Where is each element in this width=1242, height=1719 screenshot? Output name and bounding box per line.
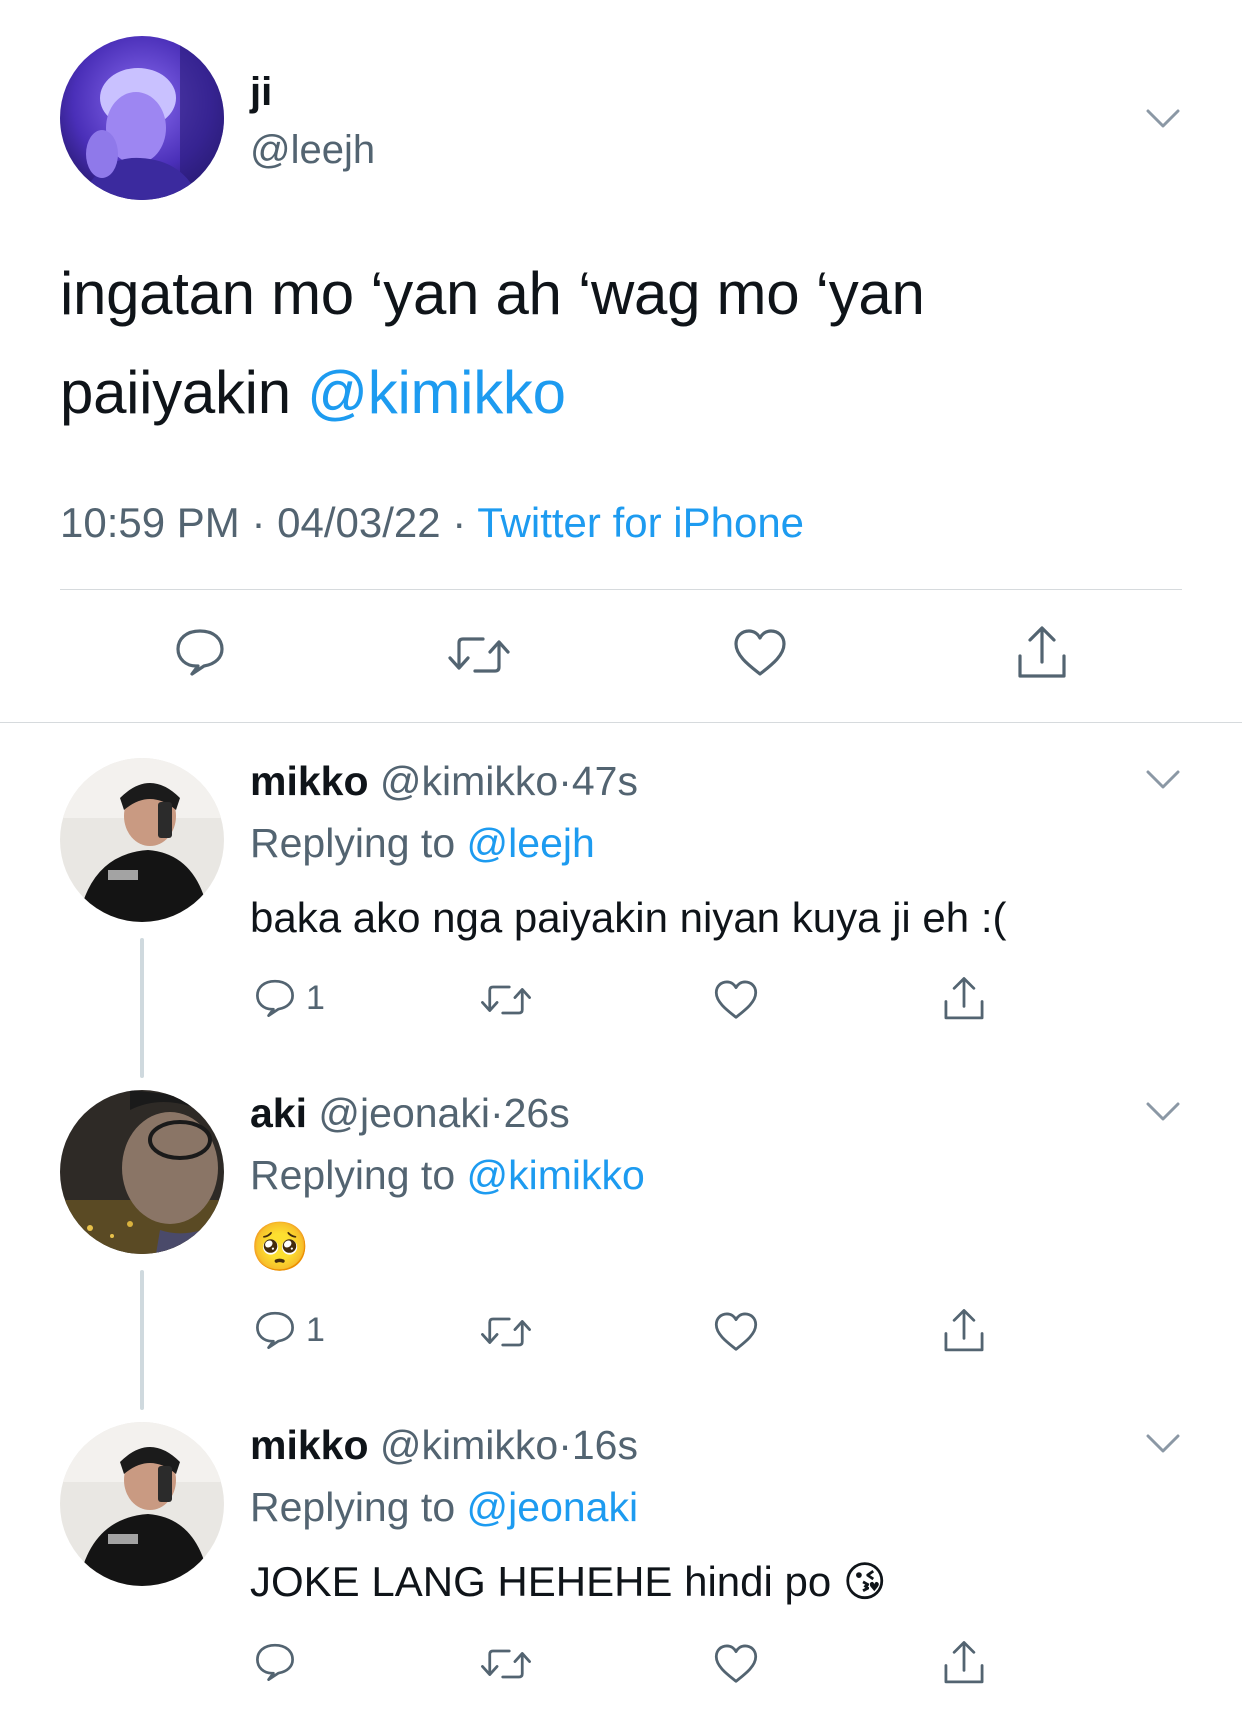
main-like-button[interactable] (732, 628, 788, 678)
chevron-down-icon (1146, 1102, 1180, 1121)
reply-avatar[interactable] (60, 1422, 224, 1586)
meta-separator: · (452, 499, 467, 546)
thread-line (140, 938, 144, 1078)
replying-to-mention[interactable]: @jeonaki (467, 1484, 639, 1530)
section-divider (0, 722, 1242, 723)
reply-share-button[interactable] (941, 1639, 987, 1687)
reply-count: 1 (306, 1310, 325, 1349)
reply-icon (256, 979, 294, 1017)
reply-more-button[interactable] (1146, 1101, 1180, 1128)
chevron-down-icon (1146, 770, 1180, 789)
reply-author-name[interactable]: mikko (250, 1422, 369, 1468)
reply-author-handle[interactable]: @jeonaki (318, 1090, 490, 1136)
reply-retweet-button[interactable] (480, 982, 532, 1018)
meta-separator: · (251, 499, 266, 546)
share-icon (944, 1309, 984, 1352)
reply-text: 🥺 (250, 1221, 310, 1274)
reply-share-button[interactable] (941, 1307, 987, 1355)
meta-separator: · (489, 1090, 504, 1136)
main-tweet-mention[interactable]: @kimikko (307, 359, 566, 426)
meta-separator: · (558, 1422, 572, 1468)
retweet-icon (448, 637, 510, 673)
main-author-handle[interactable]: @leejh (250, 126, 375, 174)
main-tweet-source[interactable]: Twitter for iPhone (477, 499, 804, 546)
thread-line (140, 1270, 144, 1410)
reply-reply-button[interactable] (254, 1642, 306, 1682)
reply-share-button[interactable] (941, 975, 987, 1023)
main-tweet-line-1: ingatan mo ‘yan ah ‘wag mo ‘yan (60, 260, 925, 327)
share-icon (944, 977, 984, 1020)
reply-like-button[interactable] (713, 1643, 759, 1685)
reply-like-button[interactable] (713, 979, 759, 1021)
reply-author-name[interactable]: aki (250, 1090, 307, 1136)
reply-reply-button[interactable]: 1 (254, 1310, 325, 1350)
main-tweet-text: ingatan mo ‘yan ah ‘wag mo ‘yan paiiyaki… (60, 244, 1200, 442)
main-share-button[interactable] (1014, 624, 1070, 682)
reply-reply-button[interactable]: 1 (254, 978, 325, 1018)
reply-count: 1 (306, 978, 325, 1017)
reply-icon (176, 629, 224, 676)
heart-icon (714, 1644, 758, 1683)
reply-header: mikko @kimikko·16s (250, 1420, 638, 1470)
reply-text: baka ako nga paiyakin niyan kuya ji eh :… (250, 894, 1007, 941)
reply-like-button[interactable] (713, 1311, 759, 1353)
main-author-name[interactable]: ji (250, 68, 272, 116)
meta-separator: · (558, 758, 572, 804)
main-tweet-time[interactable]: 10:59 PM (60, 499, 240, 546)
reply-retweet-button[interactable] (480, 1314, 532, 1350)
retweet-icon (481, 1317, 531, 1347)
reply-author-handle[interactable]: @kimikko (380, 1422, 558, 1468)
main-reply-button[interactable] (174, 627, 226, 677)
chevron-down-icon (1146, 109, 1180, 128)
share-icon (944, 1641, 984, 1684)
reply-avatar[interactable] (60, 758, 224, 922)
replying-to: Replying to @leejh (250, 818, 595, 868)
replying-to-label: Replying to (250, 820, 456, 866)
reply-avatar[interactable] (60, 1090, 224, 1254)
chevron-down-icon (1146, 1434, 1180, 1453)
main-retweet-button[interactable] (447, 633, 511, 677)
reply-retweet-button[interactable] (480, 1646, 532, 1682)
reply-author-name[interactable]: mikko (250, 758, 369, 804)
main-tweet-meta: 10:59 PM · 04/03/22 · Twitter for iPhone (60, 499, 804, 547)
replying-to-label: Replying to (250, 1484, 456, 1530)
reply-more-button[interactable] (1146, 1433, 1180, 1460)
reply-icon (256, 1643, 294, 1681)
main-divider (60, 589, 1182, 590)
reply-text: JOKE LANG HEHEHE hindi po 😘 (250, 1558, 887, 1605)
reply-more-button[interactable] (1146, 769, 1180, 796)
reply-icon (256, 1311, 294, 1349)
main-more-button[interactable] (1146, 108, 1180, 135)
retweet-icon (481, 985, 531, 1015)
reply-header: aki @jeonaki·26s (250, 1088, 570, 1138)
replying-to: Replying to @jeonaki (250, 1482, 638, 1532)
replying-to-mention[interactable]: @kimikko (467, 1152, 645, 1198)
replying-to-label: Replying to (250, 1152, 456, 1198)
reply-author-handle[interactable]: @kimikko (380, 758, 558, 804)
reply-timestamp[interactable]: 26s (504, 1090, 570, 1136)
replying-to-mention[interactable]: @leejh (467, 820, 595, 866)
replying-to: Replying to @kimikko (250, 1150, 645, 1200)
main-tweet-line-2: paiiyakin @kimikko (60, 343, 1200, 442)
main-tweet-line-2-text: paiiyakin (60, 359, 291, 426)
retweet-icon (481, 1649, 531, 1679)
reply-timestamp[interactable]: 47s (572, 758, 638, 804)
main-tweet-date[interactable]: 04/03/22 (277, 499, 441, 546)
reply-header: mikko @kimikko·47s (250, 756, 638, 806)
reply-timestamp[interactable]: 16s (572, 1422, 638, 1468)
share-icon (1018, 626, 1066, 678)
heart-icon (714, 980, 758, 1019)
heart-icon (734, 629, 786, 676)
heart-icon (714, 1312, 758, 1351)
main-avatar[interactable] (60, 36, 224, 200)
